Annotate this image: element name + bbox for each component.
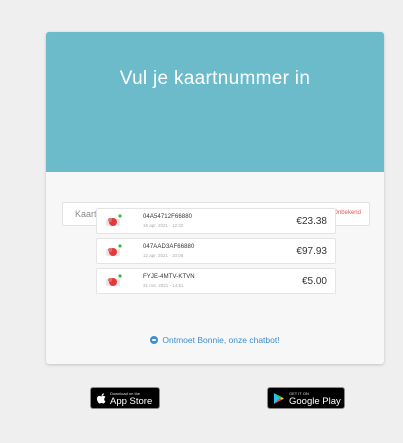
apple-icon: [97, 393, 106, 404]
card-date: 31 mrt. 2021 - 14:51: [143, 283, 184, 288]
google-play-icon: [274, 393, 284, 404]
google-play-label: Google Play: [289, 396, 341, 407]
card-code: 047AAD3AF66880: [143, 244, 195, 250]
card-date: 12 apr. 2021 - 10:06: [143, 253, 184, 258]
saved-card-item[interactable]: FYJE-4MTV-KTVN 31 mrt. 2021 - 14:51 €5.0…: [96, 268, 336, 294]
gift-card-panel: Vul je kaartnummer in Onbekend Ontmoet B…: [46, 32, 384, 364]
card-logo-icon: [106, 274, 122, 286]
chat-bubble-icon: [150, 336, 159, 344]
page-title: Vul je kaartnummer in: [119, 68, 311, 89]
card-logo-icon: [106, 214, 122, 226]
saved-cards-list: 04A54712F66880 15 apr. 2021 - 12:32 €23.…: [96, 208, 336, 298]
card-balance: €23.38: [296, 216, 327, 227]
card-balance: €97.93: [296, 246, 327, 257]
app-store-label: App Store: [110, 396, 153, 407]
saved-card-item[interactable]: 047AAD3AF66880 12 apr. 2021 - 10:06 €97.…: [96, 238, 336, 264]
app-store-badge[interactable]: Download on the App Store: [90, 387, 160, 409]
card-date: 15 apr. 2021 - 12:32: [143, 223, 184, 228]
hero-header: Vul je kaartnummer in: [46, 32, 384, 172]
card-code: FYJE-4MTV-KTVN: [143, 274, 195, 280]
google-play-badge[interactable]: GET IT ON Google Play: [267, 387, 345, 409]
card-balance: €5.00: [301, 276, 327, 287]
saved-card-item[interactable]: 04A54712F66880 15 apr. 2021 - 12:32 €23.…: [96, 208, 336, 234]
clear-link[interactable]: Onbekend: [333, 210, 361, 216]
chatbot-label: Ontmoet Bonnie, onze chatbot!: [162, 335, 280, 345]
card-code: 04A54712F66880: [143, 214, 193, 220]
card-logo-icon: [106, 244, 122, 256]
chatbot-link[interactable]: Ontmoet Bonnie, onze chatbot!: [46, 335, 384, 345]
